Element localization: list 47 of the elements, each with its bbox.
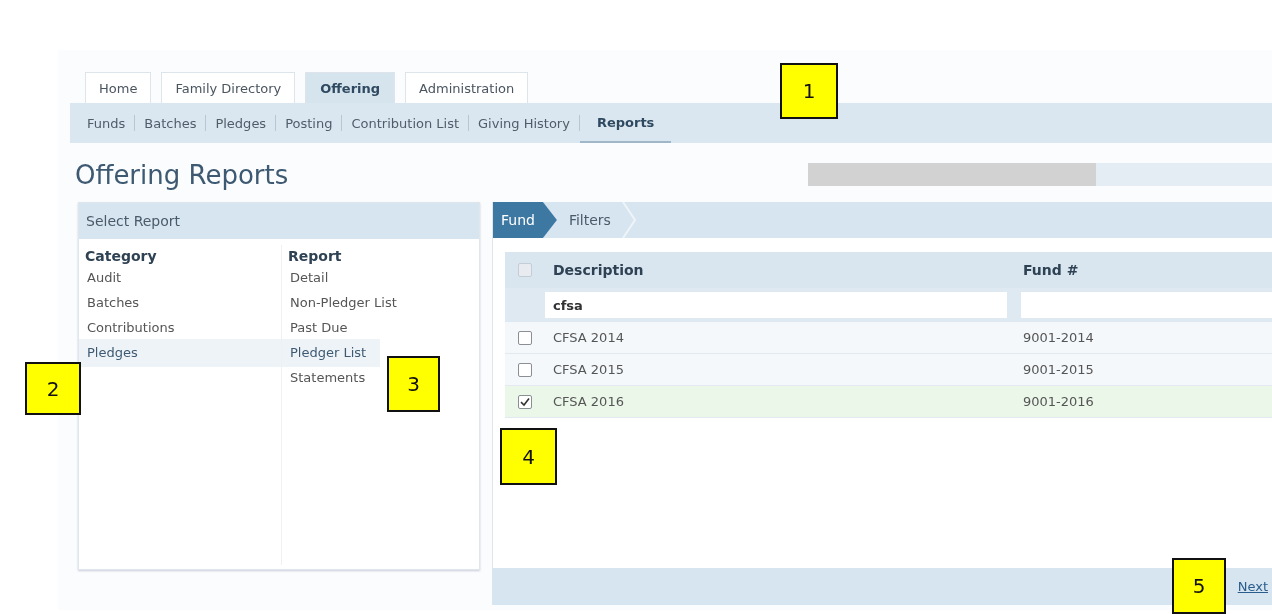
category-item[interactable]: Contributions: [79, 314, 281, 342]
wizard-step[interactable]: Fund: [493, 202, 557, 238]
subnav-item[interactable]: Contribution List: [342, 103, 469, 143]
checkbox[interactable]: [518, 394, 532, 409]
callout-label: 1: [780, 63, 838, 119]
filter-field[interactable]: cfsa: [545, 292, 1007, 318]
checkbox[interactable]: [518, 330, 532, 345]
column-header[interactable]: Fund #: [1015, 262, 1272, 278]
report-item[interactable]: Pledger List: [282, 339, 381, 367]
page-title: Offering Reports: [75, 159, 289, 192]
panel-title: Select Report: [79, 203, 479, 239]
subnav-item[interactable]: Posting: [276, 103, 342, 143]
nav-tab[interactable]: Home: [85, 72, 152, 103]
column-header[interactable]: Description: [545, 262, 1015, 278]
filter-field[interactable]: [1021, 292, 1272, 318]
subnav-item[interactable]: Batches: [135, 103, 206, 143]
report-item[interactable]: Statements: [282, 364, 380, 392]
column-header: Category: [84, 247, 158, 266]
column-header: Report: [287, 247, 343, 266]
nav-tab[interactable]: Offering: [305, 72, 396, 103]
table-cell-text: 9001-2014: [1022, 330, 1095, 345]
nav-tab[interactable]: Family Directory: [161, 72, 296, 103]
category-item[interactable]: Audit: [79, 264, 281, 292]
subnav-item[interactable]: Giving History: [469, 103, 579, 143]
category-item[interactable]: Batches: [79, 289, 281, 317]
checkbox[interactable]: [518, 263, 532, 277]
report-item[interactable]: Past Due: [282, 314, 362, 342]
callout-label: 4: [500, 428, 557, 485]
table-cell-text: CFSA 2014: [552, 330, 625, 345]
table-cell-text: CFSA 2016: [552, 394, 625, 409]
next-link[interactable]: Next: [1237, 579, 1268, 594]
checkbox[interactable]: [518, 362, 532, 377]
subnav-item[interactable]: Pledges: [206, 103, 276, 143]
report-item[interactable]: Detail: [282, 264, 343, 292]
category-item[interactable]: Pledges: [79, 339, 281, 367]
wizard-step[interactable]: Filters: [556, 202, 637, 238]
subnav-item[interactable]: Reports: [579, 103, 672, 143]
callout-label: 5: [1172, 558, 1226, 614]
chevron-icon: [620, 202, 637, 238]
table-cell-text: CFSA 2015: [552, 362, 625, 377]
report-item[interactable]: Non-Pledger List: [282, 289, 411, 317]
subnav-item[interactable]: Funds: [78, 103, 135, 143]
table-cell-text: 9001-2015: [1022, 362, 1095, 377]
callout-label: 3: [387, 356, 440, 412]
table-cell-text: 9001-2016: [1022, 394, 1095, 409]
nav-tab[interactable]: Administration: [405, 72, 529, 103]
callout-label: 2: [25, 362, 81, 415]
